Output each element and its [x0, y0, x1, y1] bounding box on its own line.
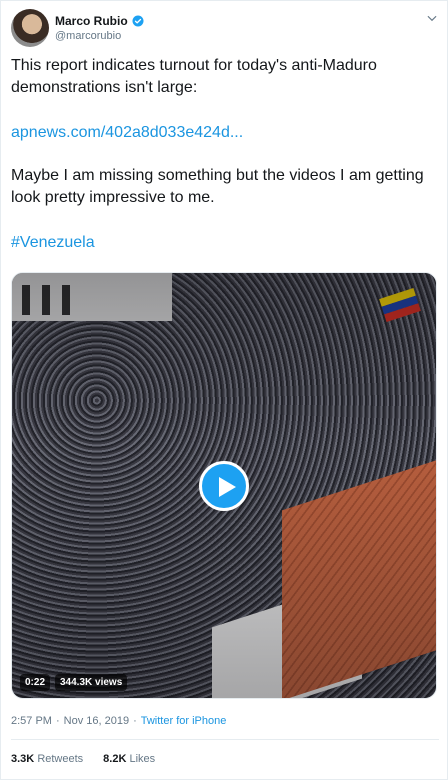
video-duration: 0:22 — [20, 674, 51, 691]
tweet-time[interactable]: 2:57 PM — [11, 715, 52, 727]
tweet-source[interactable]: Twitter for iPhone — [141, 715, 227, 727]
tweet-text: This report indicates turnout for today'… — [11, 57, 377, 96]
tweet-text-2: Maybe I am missing something but the vid… — [11, 167, 424, 206]
video-views: 344.3K views — [55, 674, 128, 691]
retweets-label: Retweets — [37, 753, 84, 765]
video-player[interactable]: 0:22 344.3K views — [11, 272, 437, 699]
author-handle[interactable]: @marcorubio — [55, 30, 121, 42]
author-name[interactable]: Marco Rubio — [55, 14, 128, 28]
avatar[interactable] — [11, 9, 49, 47]
tweet-header: Marco Rubio @marcorubio — [11, 9, 439, 49]
tweet-meta: 2:57 PM · Nov 16, 2019 · Twitter for iPh… — [11, 715, 226, 727]
tweet-date[interactable]: Nov 16, 2019 — [64, 715, 129, 727]
meta-separator: · — [133, 715, 137, 727]
divider — [11, 739, 439, 740]
tweet-card: Marco Rubio @marcorubio This report indi… — [0, 0, 448, 780]
verified-icon — [132, 15, 144, 27]
play-icon — [219, 477, 236, 497]
likes-count: 8.2K — [103, 753, 127, 765]
chevron-down-icon[interactable] — [425, 11, 439, 25]
meta-separator: · — [55, 715, 60, 727]
play-button[interactable] — [199, 461, 249, 511]
tweet-link[interactable]: apnews.com/402a8d033e424d... — [11, 122, 431, 144]
likes-stat[interactable]: 8.2K Likes — [103, 753, 155, 765]
author-name-row: Marco Rubio — [55, 14, 144, 28]
hashtag-link[interactable]: #Venezuela — [11, 232, 431, 254]
tweet-stats: 3.3K Retweets 8.2K Likes — [11, 753, 155, 765]
likes-label: Likes — [129, 753, 156, 765]
retweets-count: 3.3K — [11, 753, 35, 765]
retweets-stat[interactable]: 3.3K Retweets — [11, 753, 83, 765]
